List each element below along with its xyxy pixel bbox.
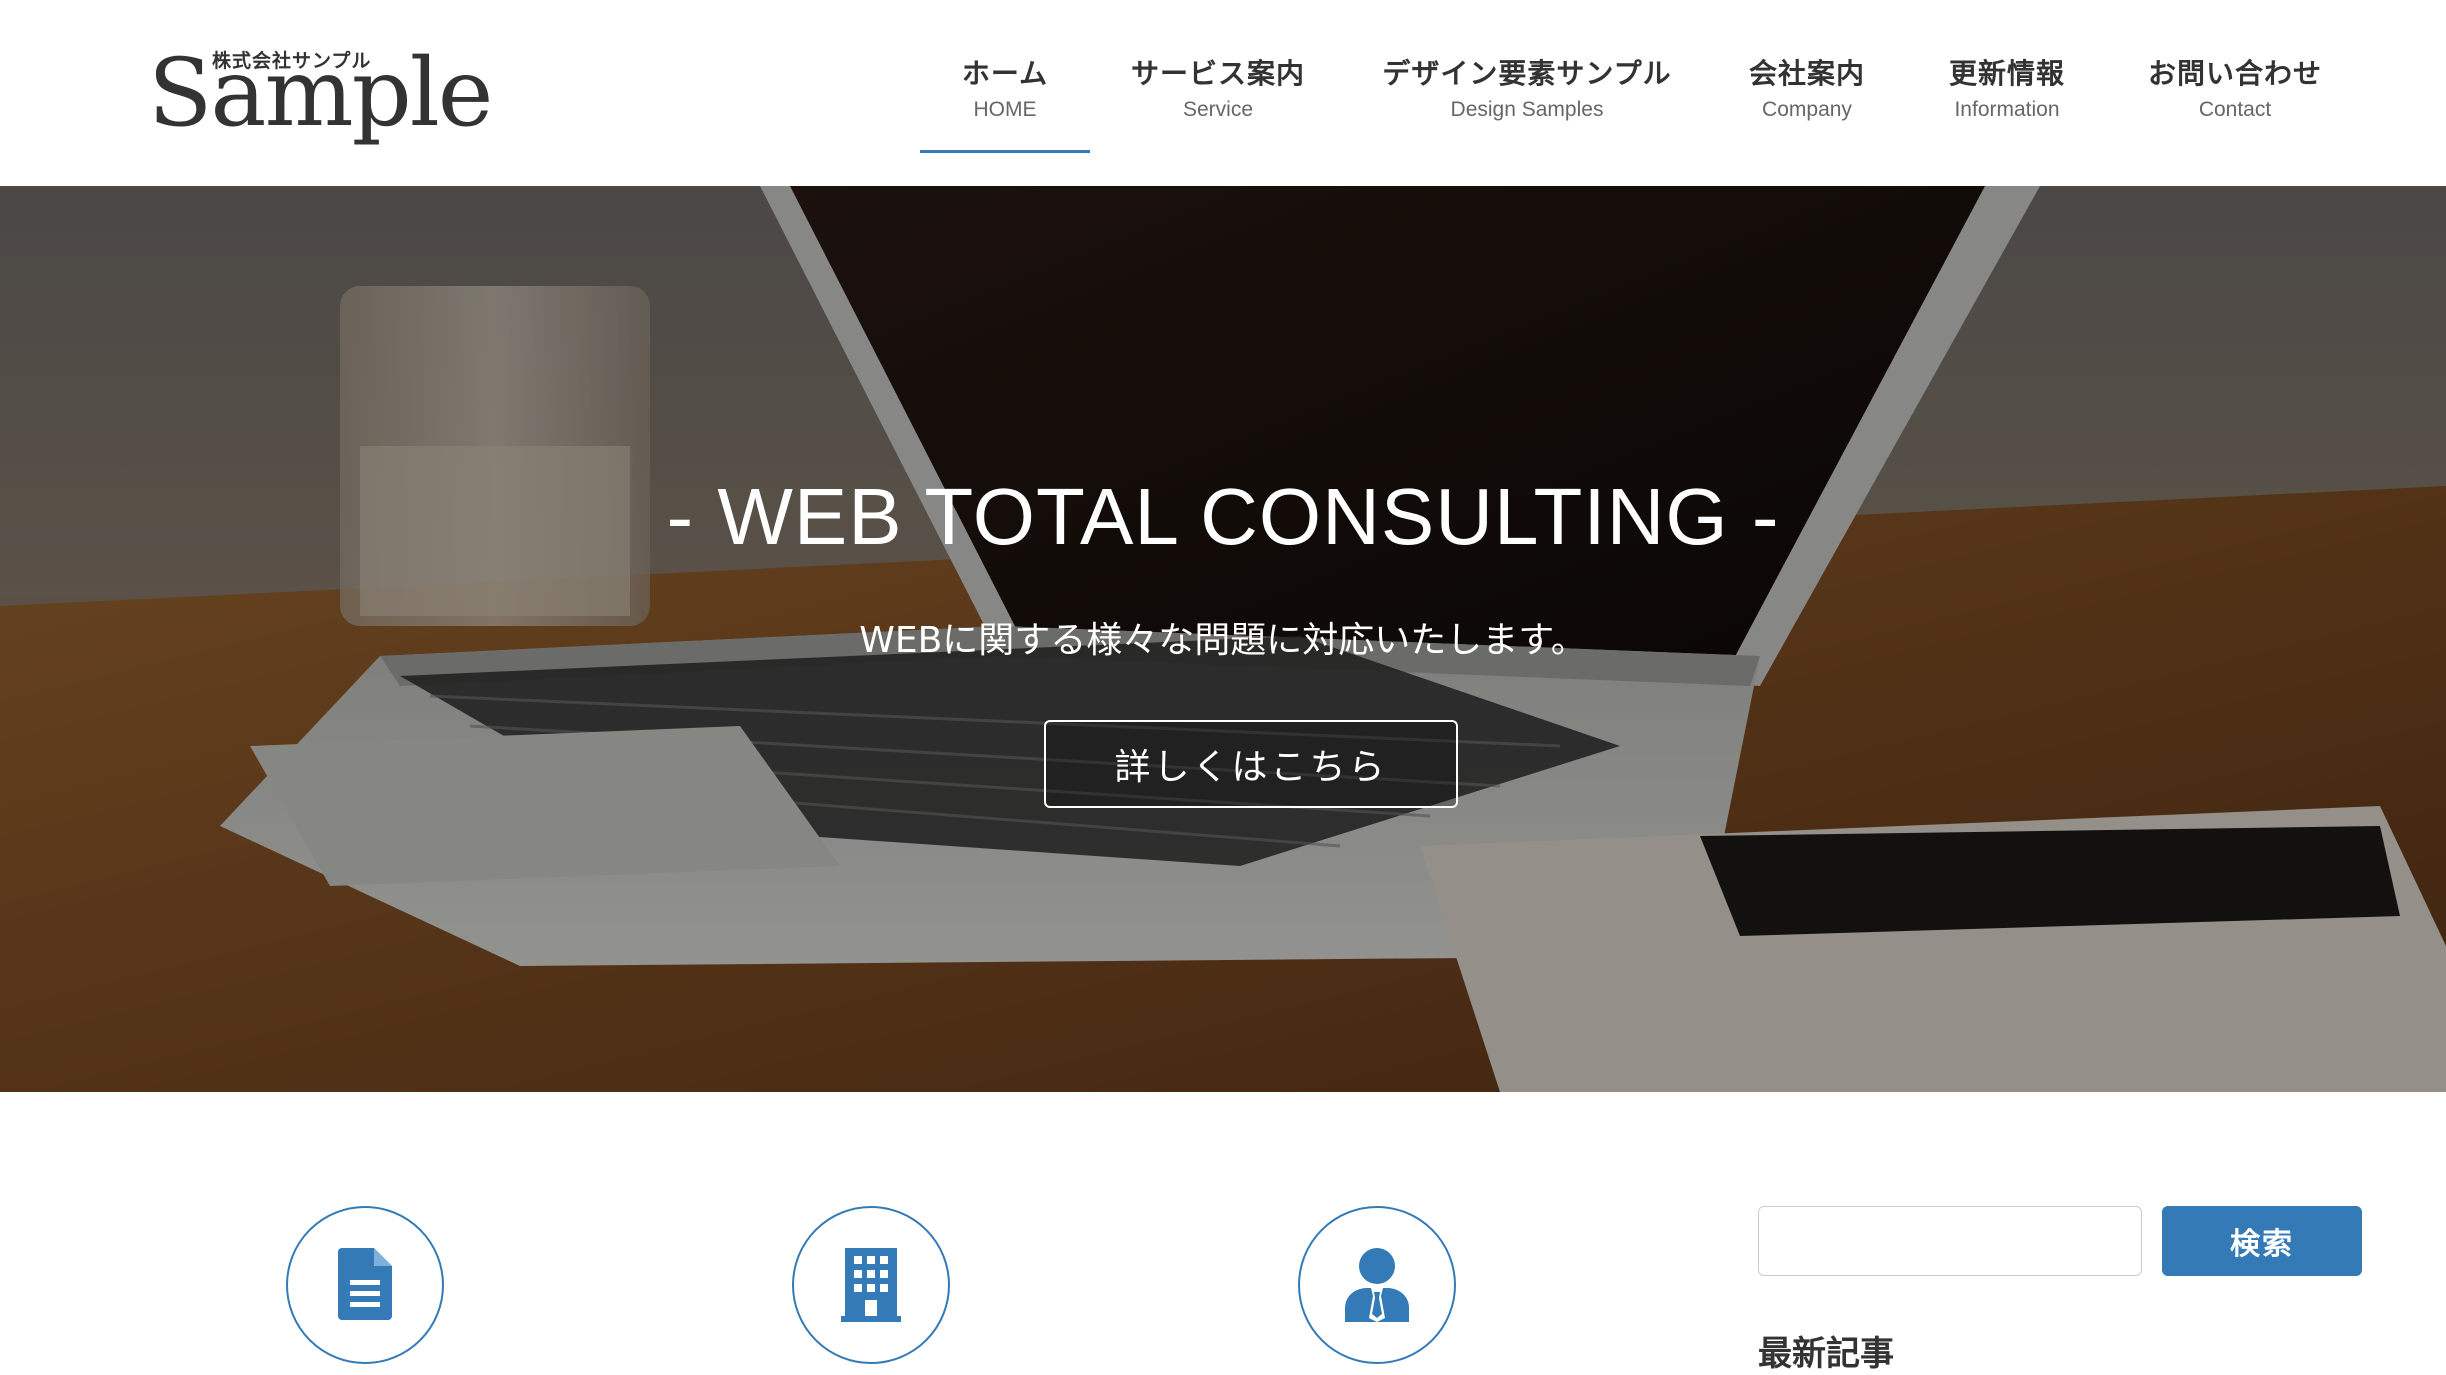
building-icon [841,1248,901,1322]
site-header: 株式会社サンプル Sample ホーム HOME サービス案内 Service … [0,0,2446,186]
nav-label-en: Contact [2198,98,2272,121]
nav-item-design-samples[interactable]: デザイン要素サンプル Design Samples [1380,52,1674,122]
nav-label-ja: 会社案内 [1748,57,1865,90]
hero-title: - WEB TOTAL CONSULTING - [666,472,1780,561]
nav-label-en: Service [1182,98,1254,121]
hero-section: - WEB TOTAL CONSULTING - WEBに関する様々な問題に対応… [0,186,2446,1092]
nav-label-ja: お問い合わせ [2147,57,2322,90]
nav-label-en: Information [1954,98,2060,121]
nav-label-ja: デザイン要素サンプル [1382,57,1672,90]
nav-item-service[interactable]: サービス案内 Service [1120,52,1316,122]
businessman-icon [1345,1248,1409,1322]
nav-label-en: Company [1762,98,1852,121]
hero-details-button[interactable]: 詳しくはこちら [1044,720,1458,808]
nav-item-home[interactable]: ホーム HOME [920,52,1090,122]
nav-active-indicator [920,150,1090,153]
hero-subtitle: WEBに関する様々な問題に対応いたします。 [859,620,1587,661]
nav-label-ja: ホーム [961,57,1049,90]
nav-item-company[interactable]: 会社案内 Company [1730,52,1884,122]
recent-posts-heading: 最新記事 [1758,1334,1894,1374]
search-button[interactable]: 検索 [2162,1206,2362,1276]
search-input[interactable] [1758,1206,2142,1276]
global-nav: ホーム HOME サービス案内 Service デザイン要素サンプル Desig… [0,0,2446,186]
feature-document[interactable] [286,1206,444,1364]
nav-label-ja: 更新情報 [1948,57,2065,90]
nav-item-contact[interactable]: お問い合わせ Contact [2140,52,2330,122]
nav-label-en: Design Samples [1450,98,1604,121]
feature-building[interactable] [792,1206,950,1364]
nav-label-en: HOME [973,98,1037,121]
nav-label-ja: サービス案内 [1130,57,1305,90]
nav-item-information[interactable]: 更新情報 Information [1930,52,2084,122]
document-icon [338,1248,392,1320]
feature-person[interactable] [1298,1206,1456,1364]
